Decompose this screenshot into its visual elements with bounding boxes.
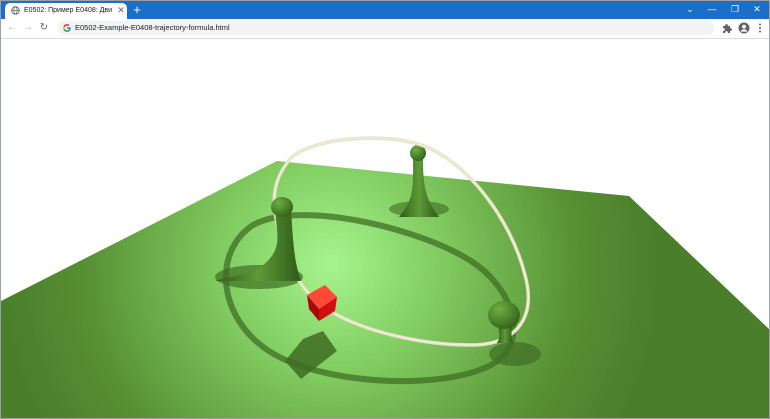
close-window-button[interactable]: ✕ [747, 2, 767, 17]
globe-icon [11, 6, 20, 15]
google-g-icon [63, 24, 71, 32]
minimize-button[interactable]: — [702, 2, 722, 17]
back-button[interactable]: ← [6, 22, 18, 34]
kebab-menu-icon[interactable] [754, 22, 766, 34]
title-bar: E0502: Пример E0408: Движение ✕ + ⌄ — ❐ … [1, 1, 769, 19]
reload-button[interactable]: ↻ [38, 22, 50, 34]
browser-window: E0502: Пример E0408: Движение ✕ + ⌄ — ❐ … [0, 0, 770, 419]
new-tab-button[interactable]: + [131, 3, 143, 17]
tab-active[interactable]: E0502: Пример E0408: Движение ✕ [5, 3, 127, 19]
url-text: E0502-Example-E0408-trajectory-formula.h… [75, 23, 230, 32]
browser-toolbar: ← → ↻ E0502-Example-E0408-trajectory-for… [1, 19, 769, 39]
forward-button[interactable]: → [22, 22, 34, 34]
address-bar[interactable]: E0502-Example-E0408-trajectory-formula.h… [58, 21, 714, 35]
tab-title: E0502: Пример E0408: Движение [24, 7, 112, 14]
tab-close-button[interactable]: ✕ [116, 5, 126, 16]
restore-button[interactable]: ❐ [725, 2, 745, 17]
puzzle-icon[interactable] [721, 22, 733, 34]
webgl-scene[interactable] [1, 39, 769, 418]
avatar-icon[interactable] [738, 22, 750, 34]
tab-search-button[interactable]: ⌄ [680, 2, 700, 17]
tree-shadow-right [489, 342, 541, 366]
